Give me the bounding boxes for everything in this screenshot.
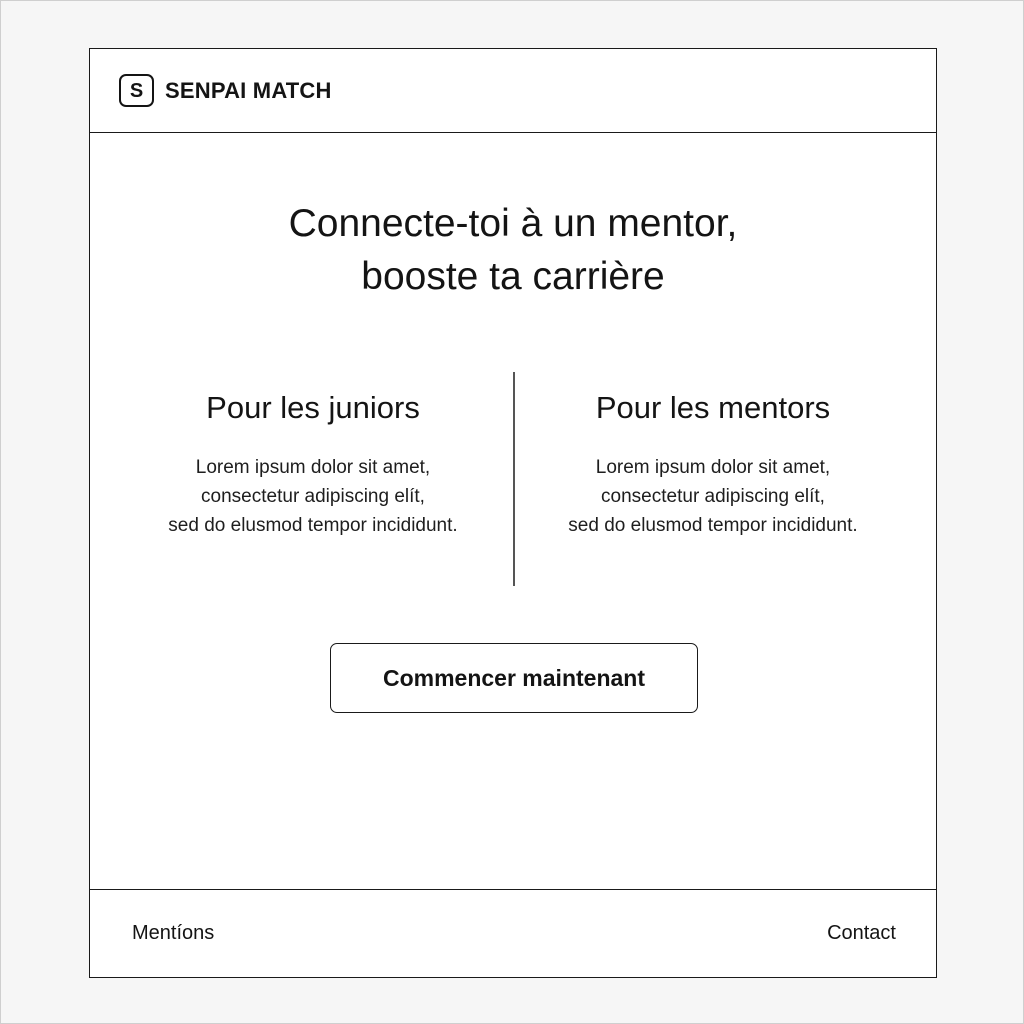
- juniors-description: Lorem ipsum dolor sit amet, consectetur …: [168, 457, 458, 536]
- mentions-link[interactable]: Mentíons: [132, 922, 214, 945]
- mentors-heading: Pour les mentors: [595, 390, 831, 425]
- mentors-description: Lorem ipsum dolor sit amet, consectetur …: [568, 457, 858, 536]
- contact-link[interactable]: Contact: [827, 922, 896, 945]
- mentors-column: Pour les mentors Lorem ipsum dolor sit a…: [523, 389, 903, 540]
- landing-card: S SENPAI MATCH Connecte-toi à un mentor,…: [89, 48, 937, 978]
- hero-title: Connecte-toi à un mentor, booste ta carr…: [288, 202, 738, 298]
- column-divider: [513, 372, 515, 586]
- page-background: S SENPAI MATCH Connecte-toi à un mentor,…: [0, 0, 1024, 1024]
- juniors-heading: Pour les juniors: [206, 390, 420, 425]
- site-header: S SENPAI MATCH: [90, 49, 936, 133]
- brand-name[interactable]: SENPAI MATCH: [165, 78, 332, 104]
- s-logo-icon[interactable]: S: [119, 74, 154, 107]
- juniors-column: Pour les juniors Lorem ipsum dolor sit a…: [123, 389, 503, 540]
- logo-letter: S: [129, 79, 144, 102]
- start-now-button[interactable]: Commencer maintenant: [330, 643, 698, 713]
- site-footer: Mentíons Contact: [90, 889, 936, 977]
